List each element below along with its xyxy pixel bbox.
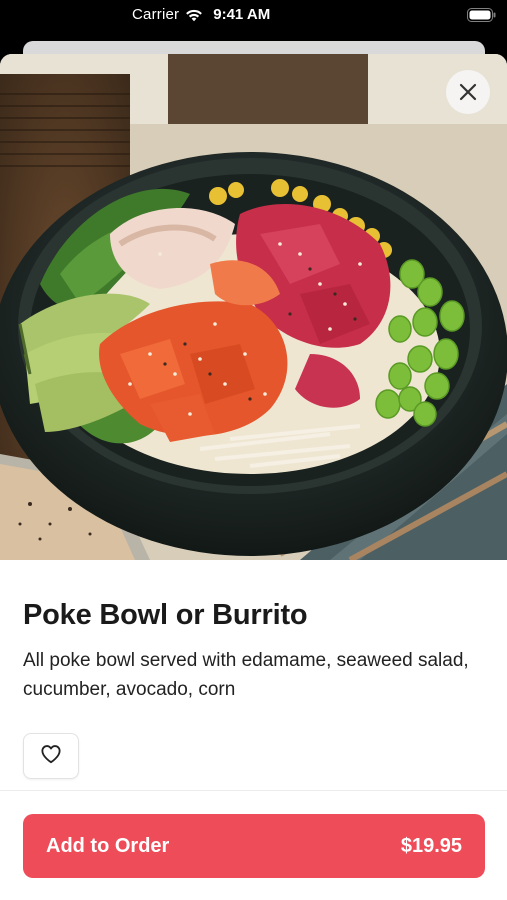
battery-icon xyxy=(467,8,496,22)
heart-icon xyxy=(40,744,62,769)
item-detail-sheet: Poke Bowl or Burrito All poke bowl serve… xyxy=(0,54,507,900)
item-description: All poke bowl served with edamame, seawe… xyxy=(23,650,469,700)
order-price: $19.95 xyxy=(400,834,462,857)
close-button[interactable] xyxy=(446,70,490,114)
status-bar: Carrier 9:41 AM xyxy=(0,0,507,30)
add-to-order-button[interactable]: Add to Order $19.95 xyxy=(23,814,485,878)
carrier-label: Carrier xyxy=(132,6,180,23)
favorite-button[interactable] xyxy=(23,733,79,779)
add-to-order-label: Add to Order xyxy=(46,834,170,857)
wifi-icon xyxy=(185,8,203,22)
status-left: Carrier 9:41 AM xyxy=(132,6,270,23)
item-title: Poke Bowl or Burrito xyxy=(23,599,308,631)
close-icon xyxy=(459,83,477,101)
clock: 9:41 AM xyxy=(213,6,271,23)
item-photo xyxy=(0,54,507,560)
divider xyxy=(0,790,507,791)
screen: Carrier 9:41 AM Poke Bowl or Burrito All… xyxy=(0,0,507,900)
